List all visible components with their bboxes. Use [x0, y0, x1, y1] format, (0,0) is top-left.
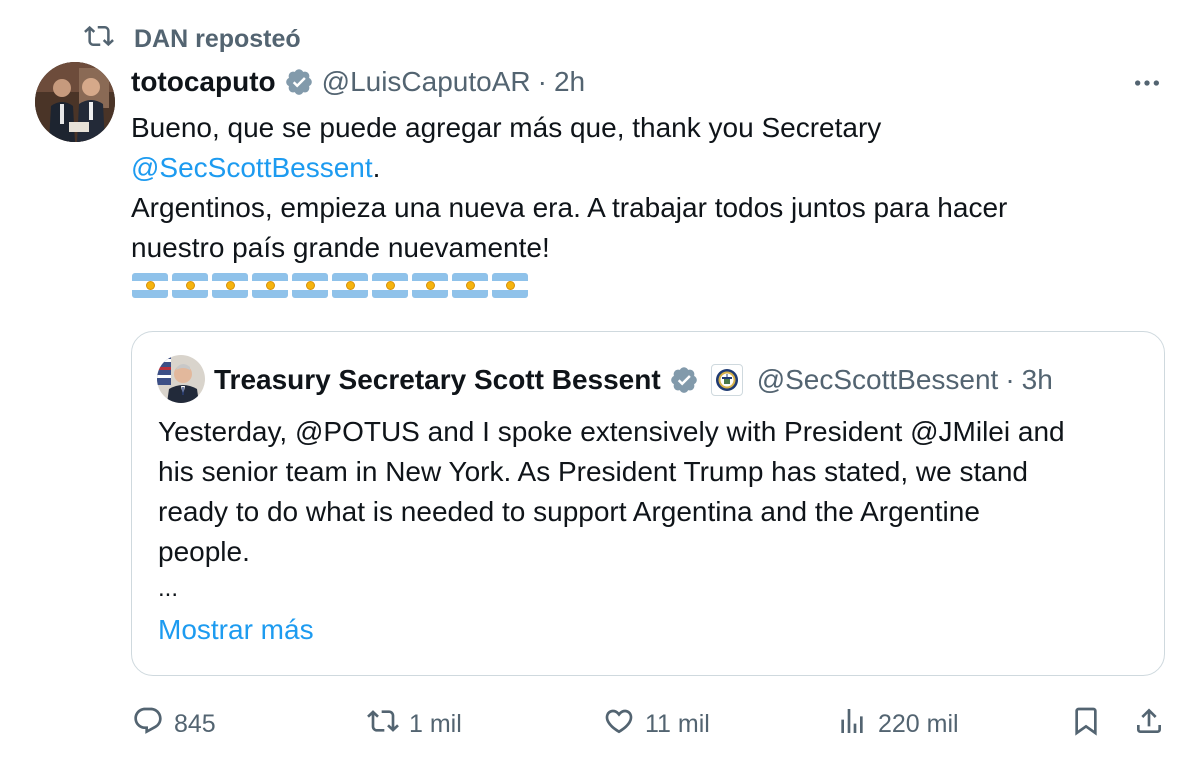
share-icon — [1133, 705, 1165, 744]
argentina-flag-icon — [452, 273, 488, 298]
repost-count: 1 mil — [409, 709, 462, 738]
reply-button[interactable]: 845 — [132, 702, 216, 746]
more-options-icon[interactable] — [1126, 68, 1168, 98]
author-handle[interactable]: @LuisCaputoAR — [322, 66, 531, 98]
bookmark-icon — [1070, 705, 1102, 744]
treasury-seal-icon[interactable] — [710, 364, 743, 396]
separator-dot: · — [1005, 364, 1015, 395]
views-button[interactable]: 220 mil — [836, 702, 959, 746]
separator-dot: · — [537, 66, 547, 97]
quoted-text-line: people. — [158, 536, 250, 567]
tweet-text-line: Argentinos, empieza una nueva era. A tra… — [131, 192, 1008, 223]
share-button[interactable] — [1133, 702, 1165, 746]
quoted-tweet-body: Yesterday, @POTUS and I spoke extensivel… — [158, 412, 1148, 572]
show-more-link[interactable]: Mostrar más — [158, 614, 314, 646]
author-avatar[interactable] — [35, 62, 115, 142]
quoted-tweet-card[interactable]: Treasury Secretary Scott Bessent @SecSco… — [131, 331, 1165, 676]
argentina-flag-icon — [492, 273, 528, 298]
repost-icon — [367, 705, 399, 744]
bookmark-button[interactable] — [1070, 702, 1102, 746]
reply-count: 845 — [174, 709, 216, 738]
tweet-text-line: Bueno, que se puede agregar más que, tha… — [131, 112, 882, 143]
tweet-text-line: nuestro país grande nuevamente! — [131, 232, 550, 263]
argentina-flag-icon — [332, 273, 368, 298]
argentina-flag-icon — [252, 273, 288, 298]
repost-button[interactable]: 1 mil — [367, 702, 462, 746]
argentina-flag-icon — [172, 273, 208, 298]
heart-icon — [603, 705, 635, 744]
repost-indicator[interactable]: DAN reposteó — [84, 22, 301, 56]
reply-icon — [132, 705, 164, 744]
views-chart-icon — [836, 705, 868, 744]
verified-badge-icon[interactable] — [284, 67, 314, 97]
quoted-text-line: Yesterday, @POTUS and I spoke extensivel… — [158, 416, 1065, 447]
quoted-text-line: ready to do what is needed to support Ar… — [158, 496, 980, 527]
flag-emoji-row — [132, 273, 528, 298]
quoted-tweet-time[interactable]: 3h — [1022, 364, 1053, 396]
argentina-flag-icon — [292, 273, 328, 298]
argentina-flag-icon — [212, 273, 248, 298]
like-count: 11 mil — [645, 709, 710, 738]
argentina-flag-icon — [132, 273, 168, 298]
quoted-author-name[interactable]: Treasury Secretary Scott Bessent — [214, 364, 661, 396]
quoted-text-line: his senior team in New York. As Presiden… — [158, 456, 1028, 487]
repost-label: DAN reposteó — [134, 24, 301, 53]
tweet-text-punct: . — [372, 152, 381, 183]
quoted-author-handle[interactable]: @SecScottBessent — [757, 364, 999, 396]
tweet-time[interactable]: 2h — [554, 66, 585, 98]
view-count: 220 mil — [878, 709, 959, 738]
tweet-body: Bueno, que se puede agregar más que, tha… — [131, 108, 1151, 268]
repost-icon — [84, 21, 114, 58]
argentina-flag-icon — [372, 273, 408, 298]
author-name[interactable]: totocaputo — [131, 66, 276, 98]
like-button[interactable]: 11 mil — [603, 702, 710, 746]
mention-link[interactable]: @SecScottBessent — [131, 152, 373, 183]
truncation-ellipsis: ... — [158, 575, 179, 602]
quoted-author-avatar[interactable] — [157, 355, 205, 403]
verified-badge-icon[interactable] — [669, 365, 699, 395]
tweet-header: totocaputo @LuisCaputoAR · 2h — [131, 62, 585, 102]
argentina-flag-icon — [412, 273, 448, 298]
quoted-tweet-header: Treasury Secretary Scott Bessent @SecSco… — [214, 360, 1053, 400]
